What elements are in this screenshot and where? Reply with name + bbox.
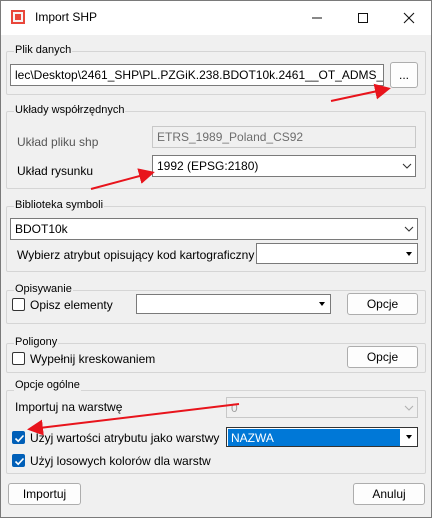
checkmark-icon [14,434,25,443]
file-path-field[interactable]: lec\Desktop\2461_SHP\PL.PZGiK.238.BDOT10… [10,64,384,86]
caret-down-icon [400,428,417,446]
library-value: BDOT10k [15,222,68,236]
library-dropdown[interactable]: BDOT10k [10,218,418,240]
close-button[interactable] [386,1,432,35]
chevron-down-icon [400,398,417,417]
warstwa-dropdown[interactable]: 0 [226,397,418,418]
atrybut-dropdown[interactable] [256,243,418,264]
app-icon [11,10,25,24]
uklad-pliku-field: ETRS_1989_Poland_CS92 [152,126,416,148]
maximize-button[interactable] [340,1,386,35]
uklady-title: Układy współrzędnych [14,104,126,116]
maximize-icon [358,13,368,23]
wypelnij-checkbox[interactable] [12,352,25,365]
uzyj-losowych-label: Użyj losowych kolorów dla warstw [30,454,211,468]
window-title: Import SHP [35,10,98,24]
opisz-dropdown[interactable] [136,294,331,314]
opisz-checkbox[interactable] [12,298,25,311]
poligony-opcje-button[interactable]: Opcje [347,346,418,368]
poligony-title: Poligony [14,336,59,348]
biblioteka-title: Biblioteka symboli [14,199,105,211]
uzyj-wartosci-label: Użyj wartości atrybutu jako warstwy [30,431,220,445]
importuj-na-warstwe-label: Importuj na warstwę [15,400,123,414]
uklad-rysunku-label: Układ rysunku [17,164,94,178]
opisywanie-opcje-button[interactable]: Opcje [347,293,418,315]
plik-danych-title: Plik danych [14,44,73,56]
uzyj-wartosci-checkbox[interactable] [12,431,25,444]
atrybut-label: Wybierz atrybut opisujący kod kartografi… [17,248,255,262]
wypelnij-label: Wypełnij kreskowaniem [30,352,156,366]
close-icon [403,12,415,24]
checkmark-icon [14,457,25,466]
caret-down-icon [400,244,417,263]
warstwa-value: 0 [231,401,238,415]
browse-button[interactable]: ... [390,62,418,88]
opisywanie-title: Opisywanie [14,283,73,295]
atrybut-warstwy-dropdown[interactable]: NAZWA [226,427,418,447]
title-bar: Import SHP [1,1,431,35]
minimize-button[interactable] [294,1,340,35]
opisz-label: Opisz elementy [30,298,113,312]
minimize-icon [312,17,322,19]
importuj-button[interactable]: Importuj [8,483,81,505]
chevron-down-icon [398,156,415,176]
caret-down-icon [313,295,330,313]
uklad-rysunku-dropdown[interactable]: 1992 (EPSG:2180) [152,155,416,177]
uklad-pliku-label: Układ pliku shp [17,135,99,149]
anuluj-button[interactable]: Anuluj [353,483,425,505]
chevron-down-icon [400,219,417,239]
uzyj-losowych-checkbox[interactable] [12,454,25,467]
opcje-ogolne-title: Opcje ogólne [14,379,81,391]
uklad-rysunku-value: 1992 (EPSG:2180) [157,159,259,173]
import-shp-dialog: Import SHP Plik danych lec\Desktop\2461_… [0,0,432,518]
atrybut-warstwy-value: NAZWA [228,429,400,446]
